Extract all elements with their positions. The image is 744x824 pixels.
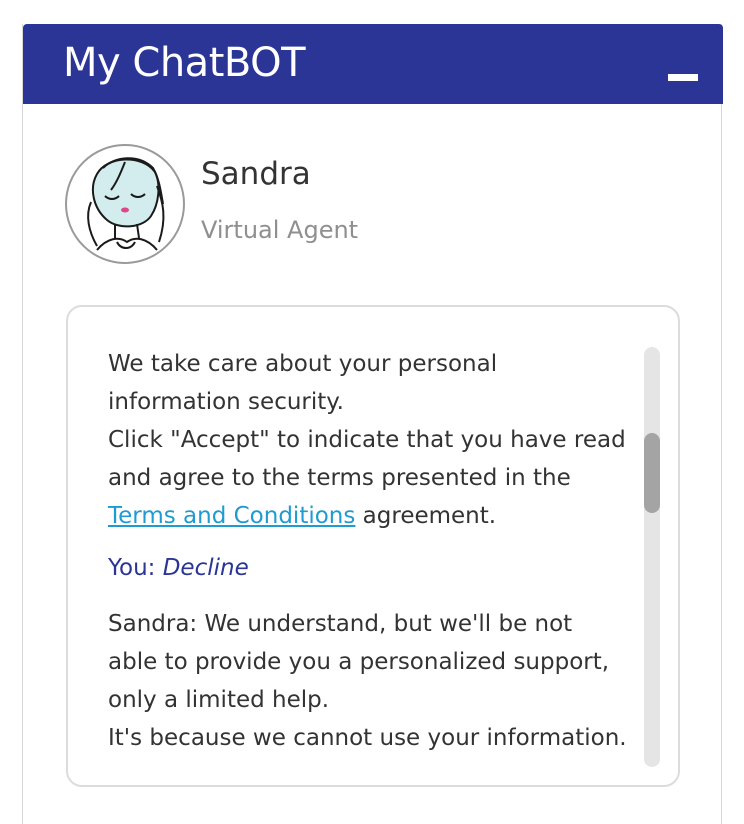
chat-scrollbar-thumb[interactable] <box>644 433 660 513</box>
bot-message-text-end: agreement. <box>355 503 497 529</box>
chatbot-title: My ChatBOT <box>63 40 306 86</box>
terms-and-conditions-link[interactable]: Terms and Conditions <box>108 503 355 529</box>
chatbot-widget: My ChatBOT Sandra Virtual Agent We take … <box>22 24 723 824</box>
minimize-button[interactable] <box>666 64 702 94</box>
message-list: We take care about your personal informa… <box>108 345 628 757</box>
user-message: You: Decline <box>108 549 628 587</box>
chat-scrollbar[interactable] <box>644 347 660 767</box>
agent-message-line1: Sandra: We understand, but we'll be not … <box>108 605 628 719</box>
minimize-icon <box>668 74 698 81</box>
chatbot-header: My ChatBOT <box>23 24 723 104</box>
user-speaker-label: You: <box>108 555 156 581</box>
agent-message: Sandra: We understand, but we'll be not … <box>108 605 628 757</box>
avatar <box>65 144 185 264</box>
agent-speaker-label: Sandra: <box>108 611 198 637</box>
sandra-avatar-icon <box>87 157 165 251</box>
bot-message-line1: We take care about your personal informa… <box>108 351 498 415</box>
bot-message-line2: Click "Accept" to indicate that you have… <box>108 421 628 535</box>
bot-message: We take care about your personal informa… <box>108 345 628 535</box>
agent-message-line2: It's because we cannot use your informat… <box>108 725 627 751</box>
agent-name: Sandra <box>201 156 311 192</box>
chat-transcript[interactable]: We take care about your personal informa… <box>66 305 680 787</box>
user-message-text: Decline <box>162 555 249 581</box>
bot-message-text: Click "Accept" to indicate that you have… <box>108 427 626 491</box>
agent-role: Virtual Agent <box>201 216 359 244</box>
